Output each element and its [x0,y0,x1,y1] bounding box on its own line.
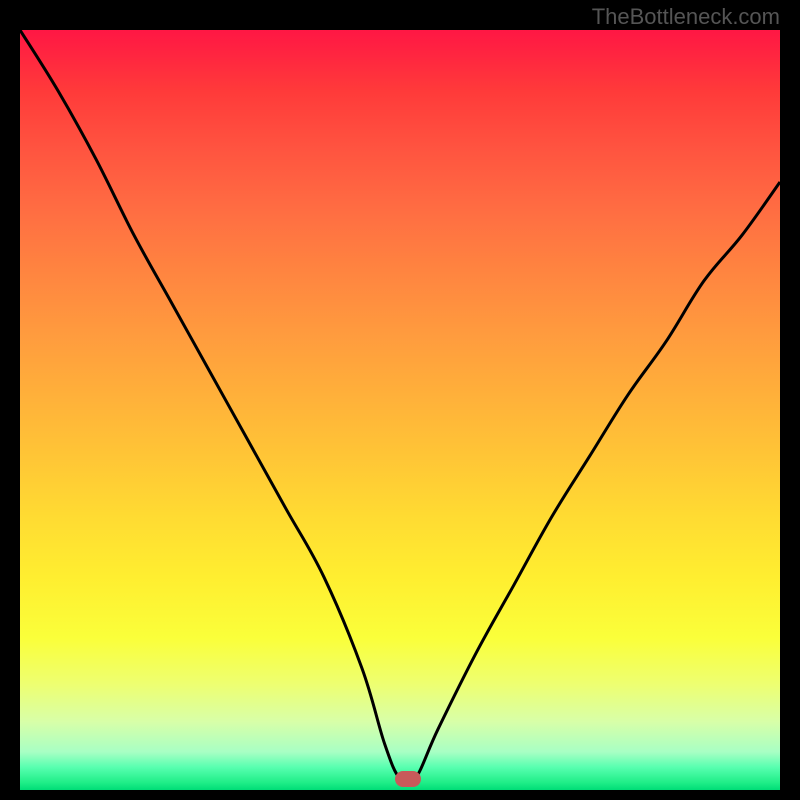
chart-marker-dot [395,771,421,787]
chart-plot-area [20,30,780,790]
chart-curve [20,30,780,790]
watermark-text: TheBottleneck.com [592,4,780,30]
